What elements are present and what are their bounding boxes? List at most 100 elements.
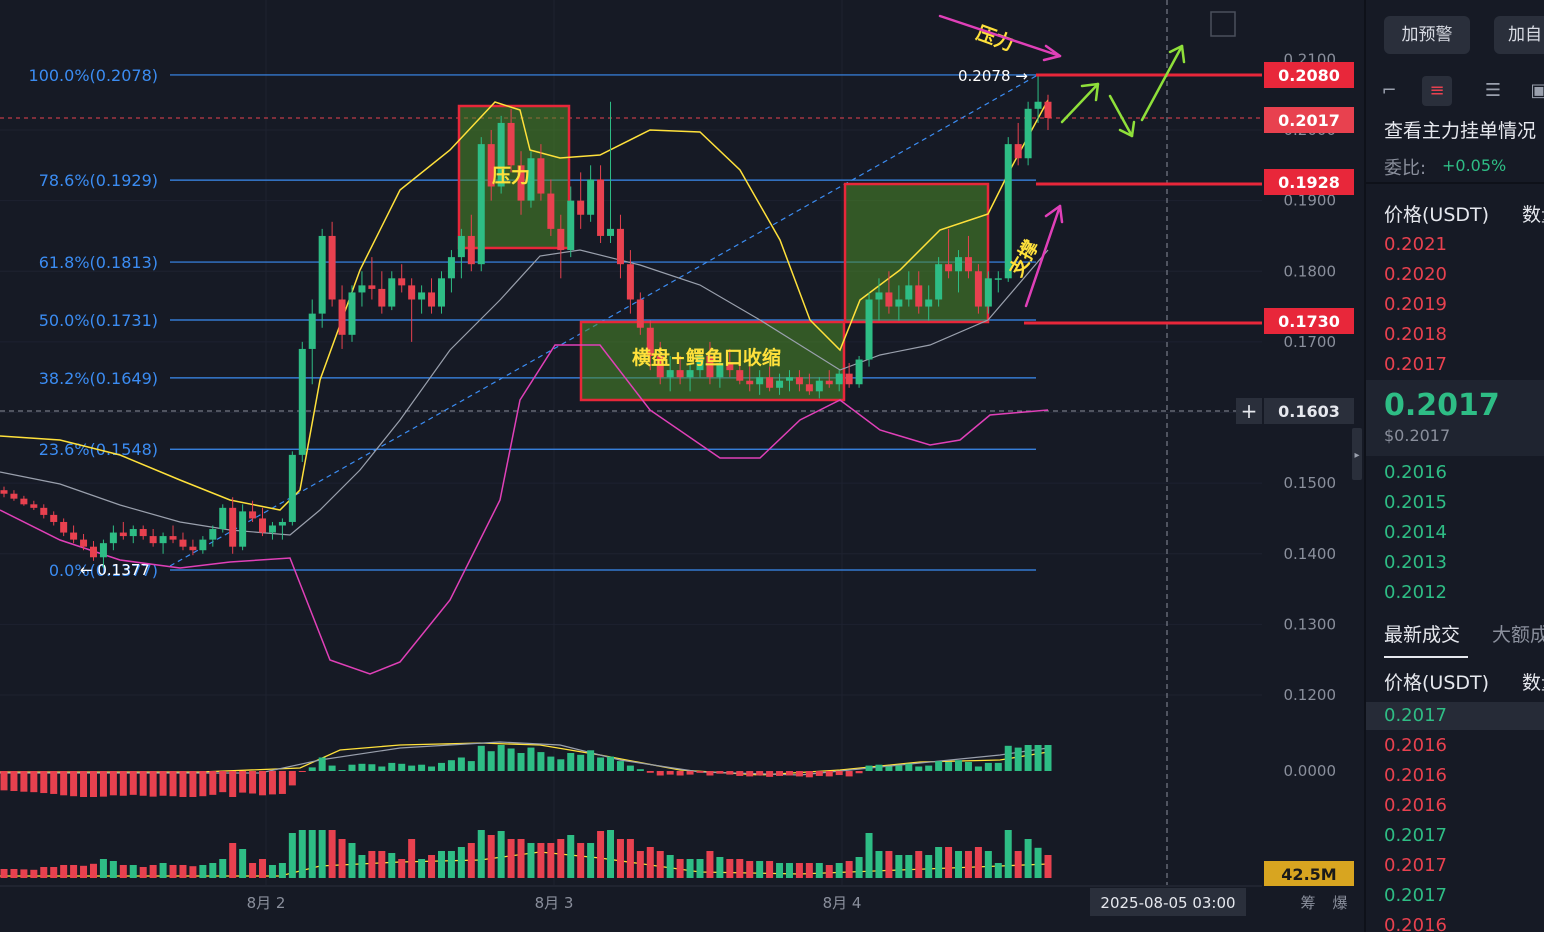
price-chart[interactable]: 100.0%(0.2078) 78.6%(0.1929) 61.8%(0.1813)… [0, 0, 1362, 932]
divider [1366, 182, 1544, 184]
macd-bar [487, 751, 495, 771]
candle-body [40, 507, 48, 515]
trade-price: 0.2016 [1384, 765, 1447, 786]
volume-bar [408, 839, 416, 878]
more-icon[interactable]: ▣ [1526, 80, 1544, 102]
macd-bar [1014, 747, 1022, 771]
tag-1730: 0.1730 [1278, 312, 1340, 331]
volume-bar [109, 861, 117, 878]
add-alert-button[interactable]: 加预警 [1384, 16, 1470, 54]
candle-body [507, 122, 515, 166]
macd-bar [249, 771, 257, 794]
candle-body [845, 373, 853, 385]
volume-bar [567, 835, 575, 878]
candle-body [1044, 101, 1052, 118]
volume-bar [507, 839, 515, 878]
orderbook-mode-icon[interactable]: ≡ [1422, 76, 1452, 106]
candle-body [785, 377, 793, 381]
volume-bar [0, 869, 8, 878]
macd-bar [964, 762, 972, 771]
trade-price: 0.2017 [1384, 855, 1447, 876]
macd-bar [547, 756, 555, 771]
macd-pane [0, 745, 1052, 797]
macd-bar [189, 771, 197, 797]
candle-body [109, 532, 117, 544]
volume-bar [338, 839, 346, 878]
layout-icon[interactable]: ⌐ [1376, 80, 1402, 102]
volume-bar [845, 861, 853, 878]
candle-body [984, 278, 992, 307]
pressure-box-label: 压力 [492, 164, 530, 187]
macd-bar [169, 771, 177, 797]
candle-body [815, 380, 823, 392]
volume-bar [766, 861, 774, 878]
volume-bar [1044, 855, 1052, 878]
price-tick: 0.1200 [1284, 686, 1337, 704]
macd-bar [219, 771, 227, 793]
candle-body [666, 370, 674, 378]
macd-bar [428, 766, 436, 771]
candle-body [388, 278, 396, 307]
ratio-label: 委比: [1384, 158, 1427, 179]
volume-bar [785, 863, 793, 878]
trade-price: 0.2017 [1384, 885, 1447, 906]
ask-price: 0.2020 [1384, 264, 1447, 285]
candle-body [626, 264, 634, 300]
macd-bar [298, 771, 306, 772]
macd-bar [437, 762, 445, 771]
volume-bar [974, 847, 982, 878]
candle-body [368, 285, 376, 289]
volume-bar [1024, 839, 1032, 878]
tab-large-trades[interactable]: 大额成 [1492, 620, 1544, 647]
candle-body [10, 493, 18, 499]
volume-bar [964, 851, 972, 878]
time-tag: 2025-08-05 03:00 [1100, 894, 1235, 912]
volume-bar [179, 865, 187, 878]
chart-area[interactable]: 100.0%(0.2078) 78.6%(0.1929) 61.8%(0.1813)… [0, 0, 1362, 932]
tag-resistance: 0.2080 [1278, 66, 1340, 85]
volume-bar [895, 855, 903, 878]
candle-body [587, 179, 595, 215]
macd-bar [308, 767, 316, 771]
macd-bar [159, 771, 167, 796]
price-tick: 0.1300 [1284, 615, 1337, 633]
candle-body [447, 257, 455, 279]
candle-body [825, 380, 833, 385]
volume-bar [328, 830, 336, 878]
volume-bar [706, 851, 714, 878]
macd-bar [795, 771, 803, 777]
candle-body [746, 380, 754, 385]
volume-bar [805, 863, 813, 878]
volume-bar [99, 859, 107, 878]
macd-bar [119, 771, 127, 796]
macd-bar [209, 771, 217, 795]
candle-body [537, 158, 545, 194]
macd-bar [1024, 745, 1032, 771]
add-watchlist-button[interactable]: 加自 [1494, 16, 1544, 54]
candle-body [756, 377, 764, 385]
candle-body [169, 536, 177, 540]
volume-bar [815, 863, 823, 878]
volume-bar [298, 830, 306, 878]
price-tick: 0.1800 [1284, 262, 1337, 280]
macd-bar [1004, 745, 1012, 771]
volume-bar [60, 865, 68, 878]
list-icon[interactable]: ☰ [1480, 80, 1506, 102]
candle-body [557, 228, 565, 251]
macd-bar [676, 771, 684, 776]
macd-bar [1034, 745, 1042, 771]
col-price: 价格(USDT) [1384, 204, 1490, 226]
candle-body [905, 285, 913, 300]
tab-latest-trades[interactable]: 最新成交 [1384, 620, 1460, 647]
trade-price: 0.2017 [1384, 705, 1447, 726]
macd-bar [50, 771, 58, 794]
volume-bar [676, 859, 684, 878]
macd-bar [447, 760, 455, 771]
macd-bar [815, 771, 823, 776]
macd-bar [736, 771, 744, 776]
macd-bar [766, 771, 774, 777]
volume-bar [994, 863, 1002, 878]
candle-body [358, 285, 366, 293]
orderbook-title[interactable]: 查看主力挂单情况 [1384, 116, 1536, 143]
macd-bar [109, 771, 117, 796]
